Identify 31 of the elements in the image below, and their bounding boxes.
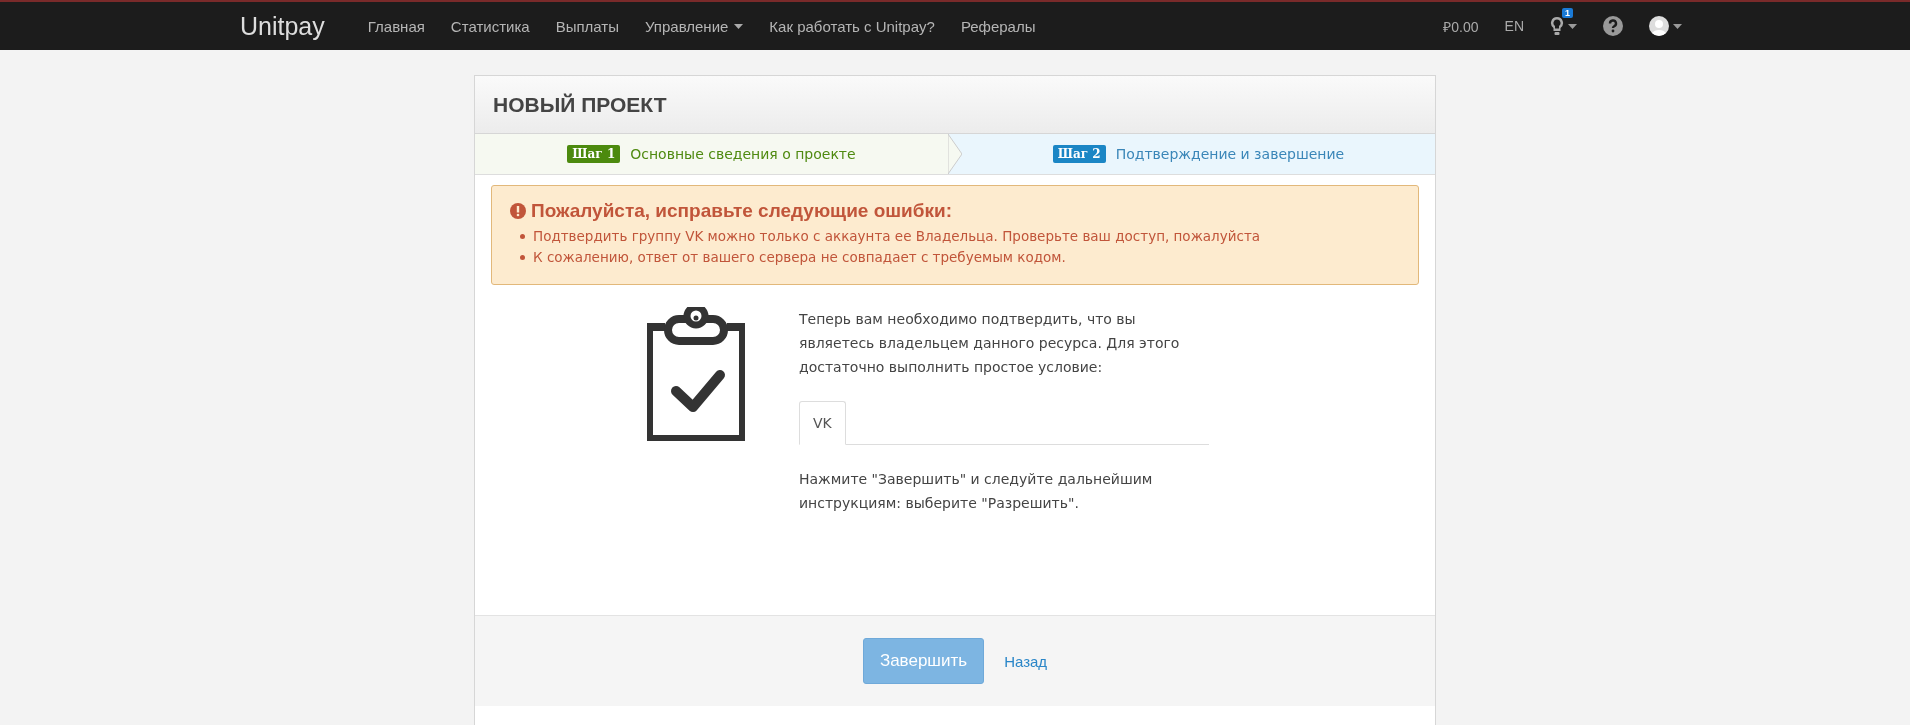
logo[interactable]: Unitpay bbox=[240, 11, 325, 41]
panel-title: НОВЫЙ ПРОЕКТ bbox=[493, 92, 667, 117]
exclamation-icon bbox=[510, 203, 526, 219]
caret-icon bbox=[734, 23, 744, 29]
bullet-icon bbox=[520, 234, 525, 239]
bullet-icon bbox=[520, 255, 525, 260]
notification-badge: 1 bbox=[1562, 8, 1573, 18]
error-message: Подтвердить группу VK можно только с аккаунта ее Владельца. Проверьте ваш доступ, пожалуйста bbox=[533, 227, 1261, 246]
nav-link[interactable]: Выплаты bbox=[542, 17, 632, 35]
network-tab[interactable]: VK bbox=[799, 401, 846, 445]
intro-text: Теперь вам необходимо подтвердить, что вы являетесь владельцем данного ресурса. Для этого достаточно выполнить простое условие: bbox=[799, 310, 1181, 377]
caret-icon bbox=[1673, 23, 1682, 29]
nav-link[interactable]: Статистика bbox=[437, 17, 543, 35]
step-badge: Шаг 1 bbox=[567, 145, 621, 163]
error-message: К сожалению, ответ от вашего сервера не совпадает с требуемым кодом. bbox=[533, 248, 1066, 267]
nav-link[interactable]: Рефералы bbox=[947, 17, 1049, 35]
step-badge: Шаг 2 bbox=[1052, 145, 1106, 163]
balance[interactable]: ₽0.00 bbox=[1443, 16, 1479, 36]
help-icon[interactable] bbox=[1603, 16, 1623, 36]
language-link[interactable]: EN bbox=[1504, 18, 1524, 34]
nav-link[interactable]: Управление bbox=[631, 17, 757, 35]
step-label: Основные сведения о проекте bbox=[630, 146, 856, 162]
instruction-text: Нажмите "Завершить" и следуйте дальнейшим инструкциям: выберите "Разрешить". bbox=[799, 470, 1154, 513]
nav-link[interactable]: Главная bbox=[354, 17, 438, 35]
step-label: Подтверждение и завершение bbox=[1115, 146, 1345, 162]
lightbulb-icon[interactable] bbox=[1550, 16, 1564, 36]
caret-icon bbox=[1568, 23, 1577, 29]
nav-link[interactable]: Как работать с Unitpay? bbox=[756, 17, 948, 35]
back-link[interactable]: Назад bbox=[1004, 652, 1048, 670]
avatar-icon[interactable] bbox=[1649, 16, 1669, 36]
error-title: Пожалуйста, исправьте следующие ошибки: bbox=[531, 200, 953, 222]
